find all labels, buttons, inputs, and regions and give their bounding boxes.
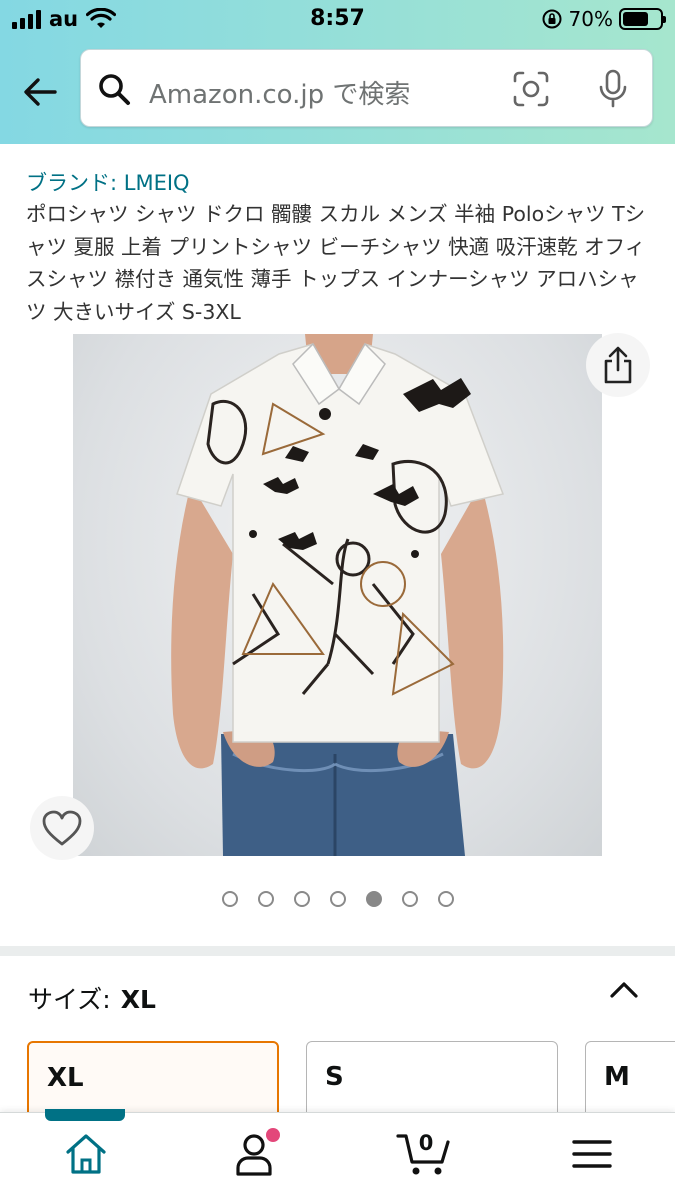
share-icon (604, 346, 632, 384)
carousel-dot[interactable] (365, 891, 382, 907)
shirt-photo-graphic (171, 334, 505, 856)
orientation-lock-icon (542, 9, 562, 29)
battery-percent: 70% (568, 7, 613, 31)
product-page: au 8:57 70% Amazon.co.jp で検索 ブランド: LMEIQ… (0, 0, 675, 1200)
microphone-icon[interactable] (593, 68, 633, 110)
carousel-dot[interactable] (329, 891, 346, 907)
heart-icon (42, 810, 82, 846)
back-arrow-icon (24, 78, 57, 106)
carousel-dot[interactable] (257, 891, 274, 907)
home-icon[interactable] (62, 1130, 110, 1178)
product-image[interactable] (73, 334, 602, 856)
chevron-up-icon[interactable] (606, 976, 642, 1004)
size-option-m[interactable]: M (585, 1041, 675, 1121)
status-right: 70% (541, 7, 666, 31)
carousel-dot[interactable] (293, 891, 310, 907)
carousel-dot[interactable] (221, 891, 238, 907)
search-input[interactable]: Amazon.co.jp で検索 (149, 74, 410, 111)
account-notification-dot (266, 1128, 280, 1142)
menu-icon[interactable] (568, 1130, 616, 1178)
share-button[interactable] (586, 333, 650, 397)
carousel-dot[interactable] (437, 891, 454, 907)
size-label: サイズ: (28, 985, 111, 1014)
active-tab-indicator (45, 1109, 125, 1121)
image-carousel-indicator[interactable] (0, 891, 675, 907)
cart-count: 0 (418, 1131, 434, 1155)
search-icon (99, 74, 130, 105)
wishlist-button[interactable] (30, 796, 94, 860)
back-button[interactable] (18, 70, 62, 114)
camera-scan-icon[interactable] (511, 69, 551, 109)
product-title: ポロシャツ シャツ ドクロ 髑髏 スカル メンズ 半袖 Poloシャツ Tシャツ… (26, 202, 646, 324)
battery-icon (619, 8, 666, 30)
search-bar[interactable]: Amazon.co.jp で検索 (80, 49, 653, 127)
top-header: au 8:57 70% Amazon.co.jp で検索 (0, 0, 675, 144)
status-bar: au 8:57 70% (0, 0, 675, 40)
size-selector-header[interactable]: サイズ: XL (28, 980, 156, 1016)
size-selected-value: XL (120, 985, 156, 1014)
brand-link[interactable]: ブランド: LMEIQ (26, 167, 190, 197)
size-option-s[interactable]: S (306, 1041, 558, 1121)
carousel-dot[interactable] (401, 891, 418, 907)
section-divider (0, 946, 675, 956)
